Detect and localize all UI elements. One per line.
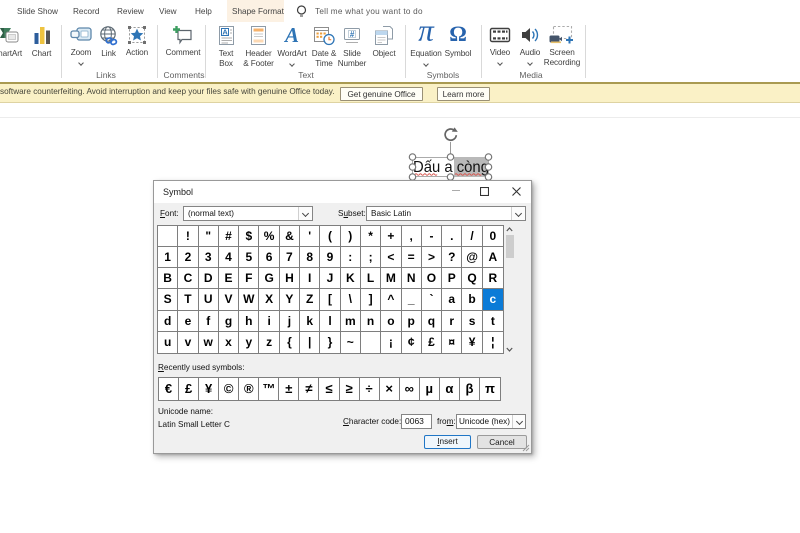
svg-text:A: A [283, 25, 299, 46]
svg-text:A: A [222, 28, 228, 37]
svg-text:#: # [350, 30, 355, 39]
svg-text:π: π [418, 25, 435, 46]
svg-text:Ω: Ω [449, 25, 467, 46]
